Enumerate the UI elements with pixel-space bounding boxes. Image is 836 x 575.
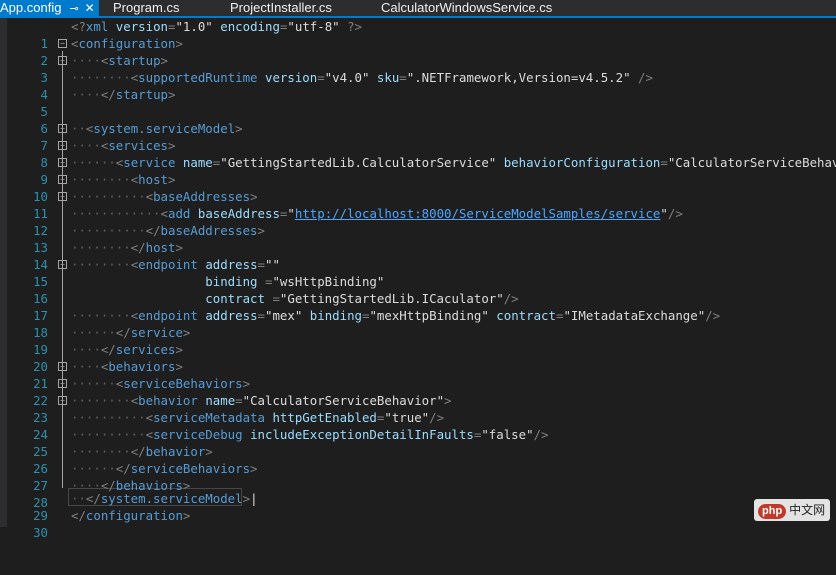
collapse-icon[interactable]: − [58,141,67,150]
code-line[interactable]: 1 <?xml version="1.0" encoding="utf-8" ?… [0,18,836,51]
code-line[interactable]: 18 ········<endpoint address="mex" bindi… [0,307,836,340]
pin-icon[interactable]: ⊸ [69,2,78,17]
code-line[interactable]: 24 ··········<serviceMetadata httpGetEna… [0,409,836,442]
code-line[interactable]: 14 ········</host> [0,239,836,272]
code-line[interactable]: 20 ····</services> [0,341,836,374]
tab-label: CalculatorWindowsService.cs [381,0,553,15]
code-line-current[interactable]: 29 ··</system.serviceModel>| [0,490,836,523]
tab-app-config[interactable]: App.config ⊸ ✕ [0,0,99,16]
code-line[interactable]: 6 [0,103,836,136]
tab-projectinstaller-cs[interactable]: ProjectInstaller.cs [230,0,332,16]
tab-program-cs[interactable]: Program.cs [113,0,179,16]
tab-label: ProjectInstaller.cs [230,0,332,15]
collapse-icon[interactable]: − [58,56,67,65]
collapse-icon[interactable]: − [58,379,67,388]
close-icon[interactable]: ✕ [85,1,95,16]
code-line[interactable]: 8 − ····<services> [0,137,836,170]
code-line[interactable]: 27 ······</serviceBehaviors> [0,460,836,493]
collapse-icon[interactable]: − [58,362,67,371]
tab-label: Program.cs [113,0,180,15]
collapse-icon[interactable]: − [58,124,67,133]
base-address-link[interactable]: http://localhost:8000/ServiceModelSample… [295,206,661,221]
code-line[interactable]: 2 − <configuration> [0,35,836,68]
code-line[interactable]: 21 − ····<behaviors> [0,358,836,391]
code-line[interactable]: 12 ············<add baseAddress="http://… [0,205,836,238]
tab-calculatorwindowsservice-cs[interactable]: CalculatorWindowsService.cs [381,0,552,16]
code-line[interactable]: 25 ··········<serviceDebug includeExcept… [0,426,836,459]
code-line[interactable]: 9 − ······<service name="GettingStartedL… [0,154,836,187]
code-line[interactable]: 4 ········<supportedRuntime version="v4.… [0,69,836,102]
code-line[interactable]: 16 binding ="wsHttpBinding" [0,273,836,306]
code-line[interactable]: 3 − ····<startup> [0,52,836,85]
document-tab-strip: App.config ⊸ ✕ Program.cs ProjectInstaller… [0,0,836,18]
watermark-text: 中文网 [789,503,826,517]
code-line[interactable]: 19 ······</service> [0,324,836,357]
code-line[interactable]: 11 − ··········<baseAddresses> [0,188,836,221]
collapse-icon[interactable]: − [58,39,67,48]
code-editor[interactable]: 1 <?xml version="1.0" encoding="utf-8" ?… [0,18,836,540]
code-line[interactable]: 26 ········</behavior> [0,443,836,476]
site-watermark: php 中文网 [754,499,830,521]
tab-label: App.config [0,0,62,15]
collapse-icon[interactable]: − [58,260,67,269]
code-line[interactable]: 13 ··········</baseAddresses> [0,222,836,255]
code-line[interactable]: 17 contract ="GettingStartedLib.ICaculat… [0,290,836,323]
code-line[interactable]: 23 − ········<behavior name="CalculatorS… [0,392,836,425]
collapse-icon[interactable]: − [58,192,67,201]
php-logo: php [758,504,787,519]
code-line[interactable]: 10 − ········<host> [0,171,836,204]
code-line[interactable]: 30 </configuration> [0,507,836,540]
collapse-icon[interactable]: − [58,175,67,184]
collapse-icon[interactable]: − [58,396,67,405]
code-line[interactable]: 5 ····</startup> [0,86,836,119]
code-line[interactable]: 7 − ··<system.serviceModel> [0,120,836,153]
collapse-icon[interactable]: − [58,158,67,167]
code-line[interactable]: 22 − ······<serviceBehaviors> [0,375,836,408]
code-line[interactable]: 15 − ········<endpoint address="" [0,256,836,289]
